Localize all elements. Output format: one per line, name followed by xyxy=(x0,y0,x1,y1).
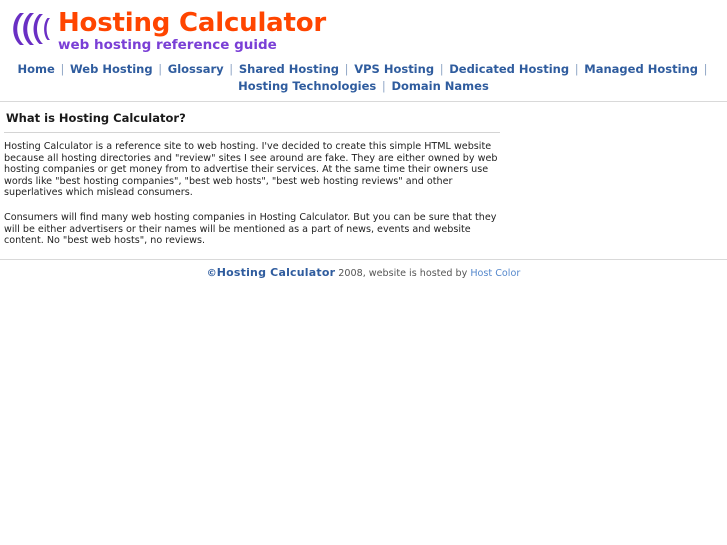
heading-divider xyxy=(4,132,500,133)
nav-separator: | xyxy=(341,62,353,76)
nav-item-hosting-technologies[interactable]: Hosting Technologies xyxy=(238,79,376,93)
nav-separator: | xyxy=(699,62,708,76)
site-title: Hosting Calculator xyxy=(58,8,327,38)
nav-item-web-hosting[interactable]: Web Hosting xyxy=(70,62,153,76)
nav-item-managed-hosting[interactable]: Managed Hosting xyxy=(584,62,698,76)
sound-wave-arcs-icon xyxy=(10,12,54,46)
nav-item-shared-hosting[interactable]: Shared Hosting xyxy=(239,62,339,76)
nav-separator: | xyxy=(225,62,237,76)
main-navigation[interactable]: Home | Web Hosting | Glossary | Shared H… xyxy=(0,56,727,101)
nav-item-glossary[interactable]: Glossary xyxy=(168,62,224,76)
logo[interactable]: Hosting Calculator web hosting reference… xyxy=(8,8,727,53)
site-header: Hosting Calculator web hosting reference… xyxy=(0,0,727,56)
site-tagline: web hosting reference guide xyxy=(58,37,277,53)
nav-item-home[interactable]: Home xyxy=(18,62,55,76)
nav-item-domain-names[interactable]: Domain Names xyxy=(391,79,488,93)
nav-separator: | xyxy=(378,79,390,93)
host-color-link[interactable]: Host Color xyxy=(470,268,520,279)
logo-text: Hosting Calculator web hosting reference… xyxy=(58,8,326,53)
footer-section: ©Hosting Calculator 2008, website is hos… xyxy=(0,258,727,280)
nav-divider xyxy=(0,101,727,102)
copyright-icon: © xyxy=(206,267,217,279)
footer: ©Hosting Calculator 2008, website is hos… xyxy=(0,260,727,280)
nav-separator: | xyxy=(436,62,448,76)
intro-paragraph-2: Consumers will find many web hosting com… xyxy=(4,211,497,247)
nav-item-vps-hosting[interactable]: VPS Hosting xyxy=(354,62,434,76)
nav-item-dedicated-hosting[interactable]: Dedicated Hosting xyxy=(449,62,569,76)
nav-separator: | xyxy=(571,62,583,76)
intro-paragraph-1: Hosting Calculator is a reference site t… xyxy=(4,141,498,199)
nav-separator: | xyxy=(154,62,166,76)
page-title: What is Hosting Calculator? xyxy=(6,111,186,125)
footer-brand: Hosting Calculator xyxy=(216,265,336,279)
main-content: What is Hosting Calculator? Hosting Calc… xyxy=(0,111,500,247)
footer-year-text: 2008, website is hosted by xyxy=(338,267,468,279)
nav-separator: | xyxy=(56,62,69,76)
